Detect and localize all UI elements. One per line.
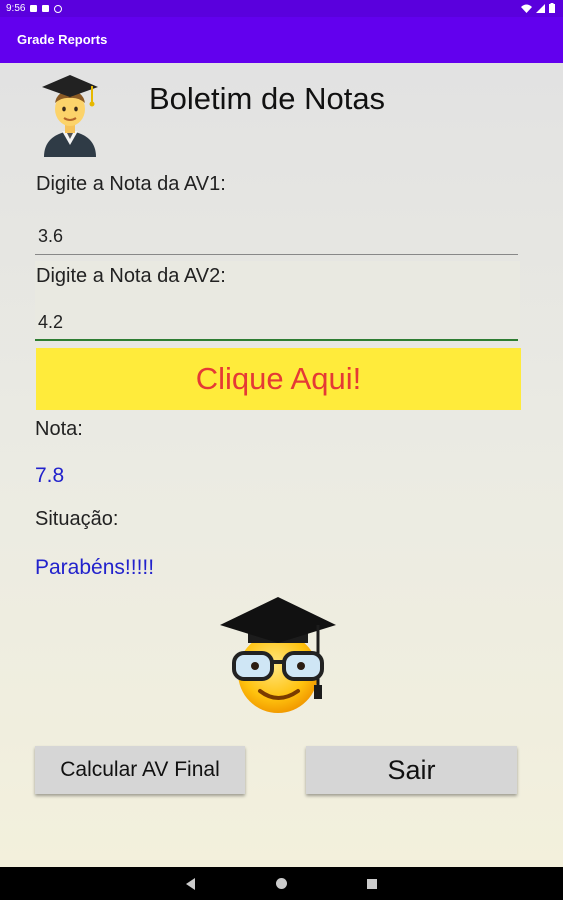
notification-icon <box>42 5 50 12</box>
notification-icon <box>54 4 63 13</box>
app-title: Grade Reports <box>17 32 108 47</box>
home-icon[interactable] <box>276 878 287 889</box>
back-icon[interactable] <box>186 878 195 890</box>
situacao-label: Situação: <box>35 508 119 530</box>
av2-label: Digite a Nota da AV2: <box>36 265 226 287</box>
battery-icon <box>549 3 555 13</box>
signal-icon <box>536 3 545 13</box>
av1-label: Digite a Nota da AV1: <box>36 173 226 195</box>
notification-icon <box>30 5 38 12</box>
recents-icon[interactable] <box>367 879 377 889</box>
calcular-av-final-button[interactable]: Calcular AV Final <box>35 746 245 794</box>
sair-button[interactable]: Sair <box>306 746 517 794</box>
clique-aqui-button[interactable]: Clique Aqui! <box>36 348 521 410</box>
page-title: Boletim de Notas <box>149 81 386 116</box>
main-content: Boletim de Notas Digite a Nota da AV1: D… <box>0 63 563 867</box>
app-bar: Grade Reports <box>0 17 563 63</box>
status-time: 9:56 <box>6 3 26 14</box>
status-right <box>521 3 555 13</box>
navigation-bar <box>0 867 563 900</box>
student-graduate-icon <box>42 75 98 157</box>
av1-input[interactable] <box>35 219 518 255</box>
wifi-icon <box>521 4 532 13</box>
nota-value: 7.8 <box>35 464 65 487</box>
situacao-value: Parabéns!!!!! <box>35 556 155 579</box>
av2-input[interactable] <box>35 305 518 341</box>
status-bar: 9:56 <box>0 0 563 17</box>
nota-label: Nota: <box>35 418 83 440</box>
status-left: 9:56 <box>6 3 63 14</box>
nerd-graduate-emoji-icon <box>220 597 336 713</box>
